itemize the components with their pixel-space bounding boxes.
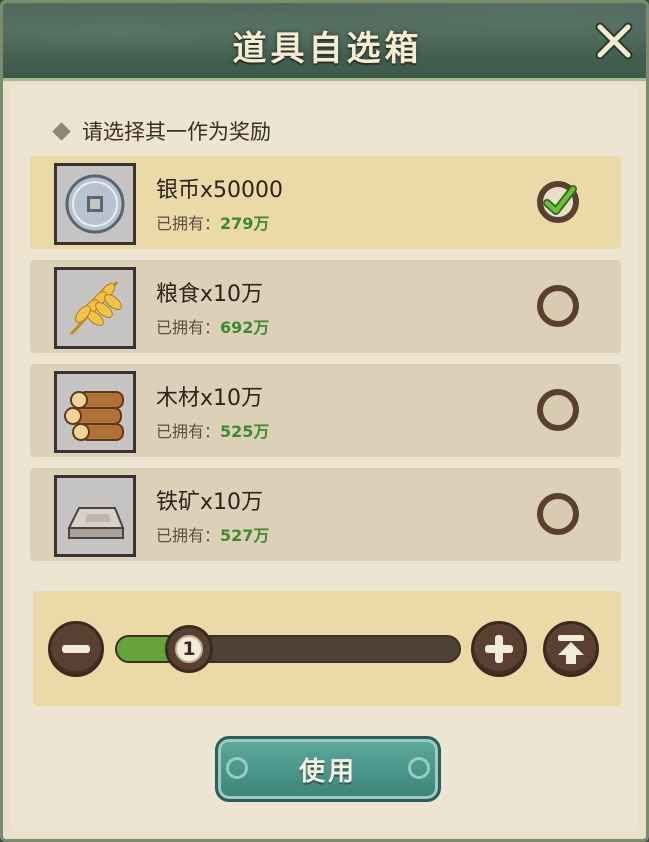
plus-icon	[485, 635, 513, 663]
item-name: 银币x50000	[156, 178, 284, 203]
item-icon-frame	[54, 163, 136, 245]
ornament-left-icon	[226, 757, 248, 779]
owned-amount: 279万	[220, 214, 270, 233]
max-arrow-icon	[558, 635, 584, 664]
reward-prompt: 请选择其一作为奖励	[52, 116, 271, 146]
chest-dialog: 道具自选箱 请选择其一作为奖励 银币x50000 已拥有：279万 粮食x10万…	[0, 0, 649, 842]
item-owned: 已拥有：527万	[156, 526, 270, 545]
owned-amount: 527万	[220, 526, 270, 545]
ornament-right-icon	[408, 757, 430, 779]
reward-list: 银币x50000 已拥有：279万 粮食x10万 已拥有：692万 木材x10万…	[30, 156, 621, 572]
radio-unchecked-icon[interactable]	[535, 387, 581, 433]
use-button-label: 使用	[298, 756, 357, 787]
close-button[interactable]	[594, 21, 634, 61]
increase-button[interactable]	[471, 621, 527, 677]
item-name: 木材x10万	[156, 386, 264, 411]
wheat-icon	[69, 281, 122, 336]
quantity-value: 1	[175, 635, 203, 663]
reward-item-wood[interactable]: 木材x10万 已拥有：525万	[30, 364, 621, 457]
item-name: 铁矿x10万	[156, 490, 264, 515]
item-owned: 已拥有：692万	[156, 318, 270, 337]
slider-thumb[interactable]: 1	[165, 625, 213, 673]
wood-logs-icon	[64, 391, 124, 441]
owned-amount: 525万	[220, 422, 270, 441]
iron-ingot-icon	[67, 507, 125, 539]
reward-item-silver[interactable]: 银币x50000 已拥有：279万	[30, 156, 621, 249]
item-icon-frame	[54, 371, 136, 453]
reward-item-grain[interactable]: 粮食x10万 已拥有：692万	[30, 260, 621, 353]
minus-icon	[62, 645, 90, 653]
item-owned: 已拥有：279万	[156, 214, 270, 233]
item-icon-frame	[54, 267, 136, 349]
use-button[interactable]: 使用	[215, 736, 441, 802]
radio-checked-icon[interactable]	[535, 179, 581, 225]
prompt-text: 请选择其一作为奖励	[82, 120, 271, 144]
diamond-bullet-icon	[52, 121, 71, 141]
dialog-title: 道具自选箱	[232, 29, 423, 69]
decrease-button[interactable]	[48, 621, 104, 677]
owned-amount: 692万	[220, 318, 270, 337]
radio-unchecked-icon[interactable]	[535, 283, 581, 329]
reward-item-iron[interactable]: 铁矿x10万 已拥有：527万	[30, 468, 621, 561]
item-owned: 已拥有：525万	[156, 422, 270, 441]
radio-unchecked-icon[interactable]	[535, 491, 581, 537]
item-name: 粮食x10万	[156, 282, 264, 307]
max-button[interactable]	[543, 621, 599, 677]
item-icon-frame	[54, 475, 136, 557]
dialog-header: 道具自选箱	[3, 3, 646, 81]
close-icon	[595, 22, 633, 60]
silver-coin-icon	[65, 174, 125, 234]
